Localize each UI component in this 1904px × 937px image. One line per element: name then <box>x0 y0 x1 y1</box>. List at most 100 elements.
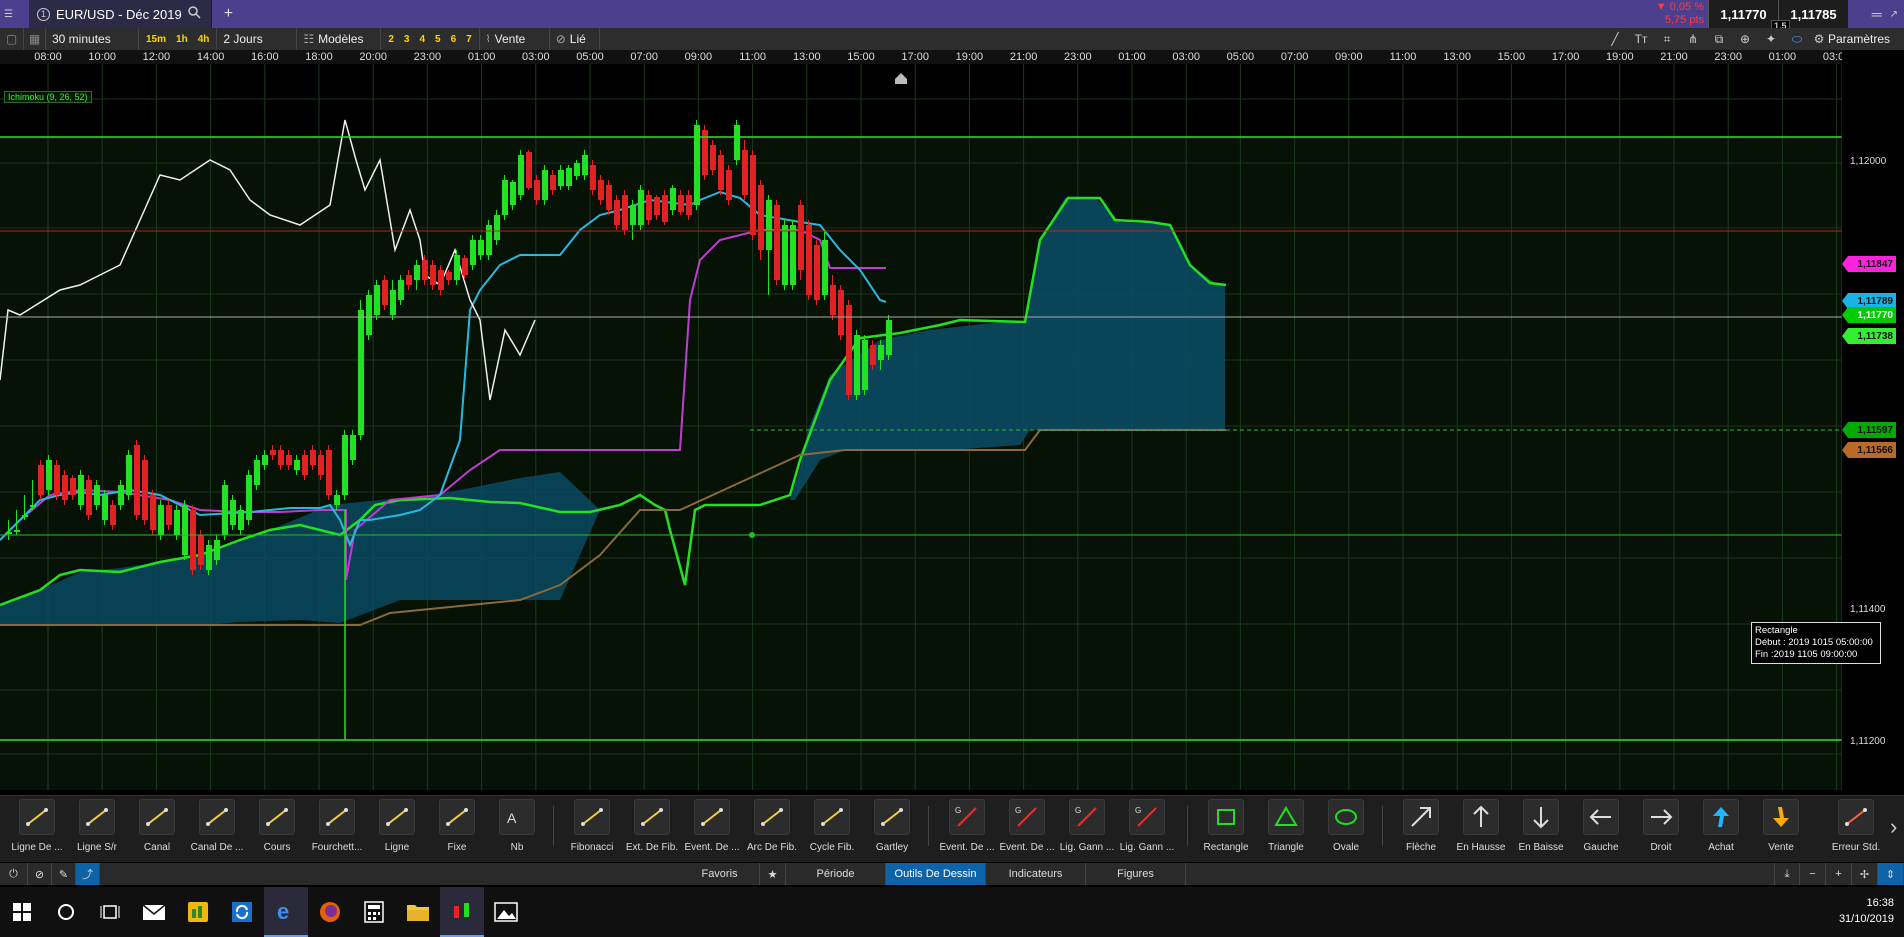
tag-icon[interactable]: ⬭ <box>1784 32 1810 47</box>
tab-periode[interactable]: Période <box>786 863 886 885</box>
tool-arrow-up[interactable]: En Hausse <box>1452 799 1510 853</box>
tool-gann-line[interactable]: G Lig. Gann ... <box>1058 799 1116 853</box>
tab-outils-de-dessin[interactable]: Outils De Dessin <box>886 863 986 885</box>
file-explorer-icon[interactable] <box>396 887 440 937</box>
task-view-icon[interactable] <box>88 887 132 937</box>
interval-select[interactable]: 30 minutes <box>46 28 139 50</box>
tool-sr-line[interactable]: Ligne S/r <box>68 799 126 853</box>
tool-fib-extension[interactable]: Ext. De Fib. <box>623 799 681 853</box>
fit-icon[interactable]: ⇕ <box>1878 863 1904 885</box>
tab-figures[interactable]: Figures <box>1086 863 1186 885</box>
tool-arrow-right[interactable]: Droit <box>1632 799 1690 853</box>
windows-start-icon[interactable] <box>0 887 44 937</box>
indicator-label[interactable]: Ichimoku (9, 26, 52) <box>4 91 92 103</box>
anchor-point[interactable] <box>749 532 755 538</box>
tool-gann-fan-2[interactable]: G Évent. De ... <box>998 799 1056 853</box>
scroll-right-icon[interactable]: › <box>1890 814 1904 840</box>
firefox-icon[interactable] <box>308 887 352 937</box>
tool-fib-arc[interactable]: Arc De Fib. <box>743 799 801 853</box>
power-icon[interactable]: ⏻ <box>0 863 28 885</box>
tool-fib-fan[interactable]: Évent. De ... <box>683 799 741 853</box>
layout-7-button[interactable]: 7 <box>461 34 477 45</box>
tab-favoris[interactable]: Favoris <box>680 863 760 885</box>
layout-4-button[interactable]: 4 <box>414 34 430 45</box>
tool-gartley[interactable]: Gartley <box>863 799 921 853</box>
tool-regression-channel[interactable]: Canal De ... <box>188 799 246 853</box>
tool-rectangle[interactable]: Rectangle <box>1197 799 1255 853</box>
tool-std-error[interactable]: Erreur Std. <box>1827 799 1885 853</box>
tool-text-note[interactable]: A Nb <box>488 799 546 853</box>
export-icon[interactable]: ⤓ <box>1774 863 1800 885</box>
calculator-icon[interactable] <box>352 887 396 937</box>
interval-1h-button[interactable]: 1h <box>171 34 193 45</box>
zoom-in-icon[interactable]: + <box>1826 863 1852 885</box>
mail-icon[interactable] <box>132 887 176 937</box>
tool-arrow-left[interactable]: Gauche <box>1572 799 1630 853</box>
instrument-tab[interactable]: 1 EUR/USD - Déc 2019 <box>28 0 212 28</box>
minimize-icon[interactable]: ═ <box>1872 6 1882 22</box>
tool-pitchfork[interactable]: Fourchett... <box>308 799 366 853</box>
models-button[interactable]: ☷ Modèles <box>297 28 382 50</box>
tool-vertical-line[interactable]: Ligne <box>368 799 426 853</box>
tool-fixed-line[interactable]: Fixe <box>428 799 486 853</box>
tool-gann-line-2[interactable]: G Lig. Gann ... <box>1118 799 1176 853</box>
tool-gann-fan[interactable]: G Évent. De ... <box>938 799 996 853</box>
tool-oval[interactable]: Ovale <box>1317 799 1375 853</box>
star-icon[interactable]: ★ <box>760 863 786 885</box>
period-select[interactable]: 2 Jours <box>217 28 298 50</box>
tool-arrow-down[interactable]: En Baisse <box>1512 799 1570 853</box>
zoom-icon[interactable]: ⊕ <box>1732 32 1758 46</box>
price-chart[interactable] <box>0 64 1842 790</box>
ruler-icon[interactable]: ╱ <box>1602 32 1628 46</box>
interval-4h-button[interactable]: 4h <box>193 34 215 45</box>
tool-fib-cycle[interactable]: Cycle Fib. <box>803 799 861 853</box>
detach-icon[interactable]: ↗ <box>1890 9 1898 20</box>
layout-3-button[interactable]: 3 <box>399 34 415 45</box>
candle <box>190 505 196 575</box>
interval-15m-button[interactable]: 15m <box>141 34 171 45</box>
copy-icon[interactable]: ⧉ <box>1706 32 1732 47</box>
sell-button[interactable]: ⌇ Vente <box>480 28 550 50</box>
grid-toggle[interactable]: ▦ <box>24 28 46 50</box>
layout-2-button[interactable]: 2 <box>383 34 399 45</box>
tool-trend-line[interactable]: Ligne De ... <box>8 799 66 853</box>
magnet-icon[interactable]: ⤴ <box>76 863 100 885</box>
crosshair-icon[interactable]: ⌗ <box>1654 32 1680 47</box>
cross-icon[interactable]: ✢ <box>1852 863 1878 885</box>
layout-6-button[interactable]: 6 <box>446 34 462 45</box>
search-icon[interactable] <box>187 6 201 22</box>
tool-sell-arrow[interactable]: Vente <box>1752 799 1810 853</box>
tool-fibonacci[interactable]: Fibonacci <box>563 799 621 853</box>
search-circle-icon[interactable] <box>44 887 88 937</box>
ask-button[interactable]: 1,5 1,11785 <box>1771 0 1848 32</box>
time-axis[interactable]: 08:00 10:00 12:00 14:00 16:00 18:00 20:00 23:00… <box>0 50 1850 64</box>
system-clock[interactable]: 16:38 31/10/2019 <box>1839 895 1894 927</box>
settings-button[interactable]: Paramètres <box>1828 32 1904 46</box>
bid-button[interactable]: 1,11770 <box>1708 0 1778 28</box>
tool-price-line[interactable]: Cours <box>248 799 306 853</box>
fork-icon[interactable]: ⋔ <box>1680 32 1706 46</box>
tool-buy-arrow[interactable]: Achat <box>1692 799 1750 853</box>
no-draw-icon[interactable]: ⊘ <box>28 863 52 885</box>
tool-triangle[interactable]: Triangle <box>1257 799 1315 853</box>
zoom-out-icon[interactable]: − <box>1800 863 1826 885</box>
tool-arrow-diagonal[interactable]: Flèche <box>1392 799 1450 853</box>
edge-browser-icon[interactable]: e <box>264 887 308 937</box>
link-button[interactable]: ⊘ Lié <box>550 28 600 50</box>
price-axis[interactable]: 1,120001,116001,114001,112001,118471,117… <box>1842 50 1904 790</box>
add-tab-button[interactable]: + <box>224 5 233 23</box>
layout-toggle[interactable]: ▢ <box>0 28 24 50</box>
tool-label: Nb <box>510 842 524 853</box>
pencil-icon[interactable]: ✎ <box>52 863 76 885</box>
menu-icon[interactable]: ☰ <box>4 9 13 20</box>
tab-indicateurs[interactable]: Indicateurs <box>986 863 1086 885</box>
tool-channel[interactable]: Canal <box>128 799 186 853</box>
layout-5-button[interactable]: 5 <box>430 34 446 45</box>
office-app-icon[interactable] <box>176 887 220 937</box>
photos-icon[interactable] <box>484 887 528 937</box>
gear-icon[interactable]: ⚙ <box>1810 32 1828 46</box>
sync-app-icon[interactable] <box>220 887 264 937</box>
trading-platform-icon[interactable] <box>440 887 484 937</box>
text-size-icon[interactable]: Tт <box>1628 32 1654 46</box>
compass-icon[interactable]: ✦ <box>1758 32 1784 46</box>
